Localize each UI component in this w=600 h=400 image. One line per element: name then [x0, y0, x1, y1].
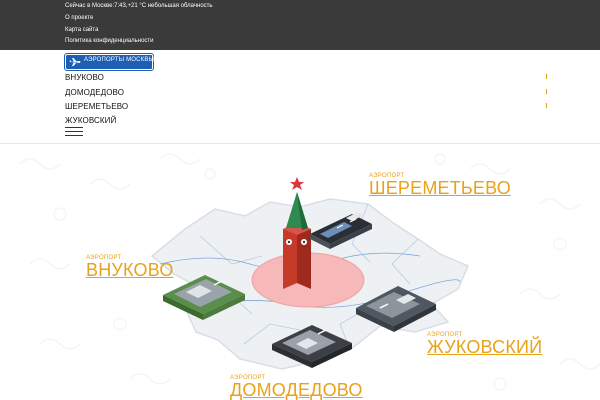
- privacy-policy-link[interactable]: Политика конфиденциальности: [65, 38, 154, 44]
- nav-marker: [546, 89, 547, 94]
- nav-item-zhukovsky[interactable]: ЖУКОВСКИЙ: [65, 116, 116, 125]
- hamburger-icon[interactable]: [65, 126, 83, 136]
- airport-link-zhukovsky[interactable]: АЭРОПОРТ ЖУКОВСКИЙ: [427, 332, 542, 356]
- sitemap-link[interactable]: Карта сайта: [65, 27, 98, 33]
- about-link[interactable]: О проекте: [65, 15, 93, 21]
- airport-name-zhukovsky: ЖУКОВСКИЙ: [427, 337, 543, 357]
- kremlin-tower-icon: [283, 177, 311, 289]
- nav-marker: [546, 103, 547, 108]
- airport-link-vnukovo[interactable]: АЭРОПОРТ ВНУКОВО: [86, 255, 174, 279]
- airport-name-vnukovo: ВНУКОВО: [86, 260, 174, 280]
- airport-link-domodedovo[interactable]: АЭРОПОРТ ДОМОДЕДОВО: [230, 375, 363, 399]
- airport-name-sheremetyevo: ШЕРЕМЕТЬЕВО: [369, 178, 511, 198]
- top-bar: Сейчас в Москве:7:43,+21 °С небольшая об…: [0, 0, 600, 50]
- nav-item-sheremetyevo[interactable]: ШЕРЕМЕТЬЕВО: [65, 102, 128, 111]
- airplane-icon: [69, 58, 81, 66]
- airport-link-sheremetyevo[interactable]: АЭРОПОРТ ШЕРЕМЕТЬЕВО: [369, 173, 511, 197]
- weather-info: Сейчас в Москве:7:43,+21 °С небольшая об…: [65, 3, 213, 9]
- nav-item-domodedovo[interactable]: ДОМОДЕДОВО: [65, 88, 124, 97]
- site-logo[interactable]: АЭРОПОРТЫ МОСКВЫ: [64, 53, 155, 72]
- airport-name-domodedovo: ДОМОДЕДОВО: [230, 380, 363, 400]
- nav-item-vnukovo[interactable]: ВНУКОВО: [65, 73, 104, 82]
- nav-marker: [546, 74, 547, 79]
- logo-text: АЭРОПОРТЫ МОСКВЫ: [84, 57, 155, 63]
